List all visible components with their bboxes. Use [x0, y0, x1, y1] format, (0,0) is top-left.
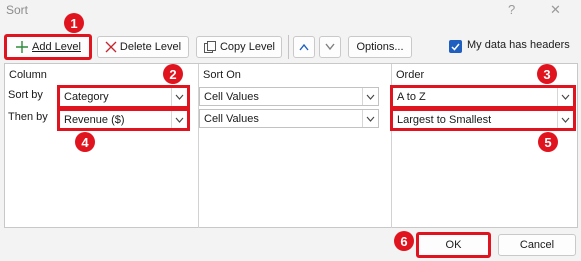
- sort-by-column-value: Category: [64, 91, 109, 103]
- ok-label: OK: [445, 239, 462, 251]
- sort-by-label: Sort by: [8, 89, 43, 101]
- chevron-up-icon: [299, 43, 309, 51]
- sort-by-sort-on-select[interactable]: Cell Values: [199, 87, 379, 106]
- add-level-button[interactable]: Add Level: [4, 34, 92, 60]
- sort-by-order-select[interactable]: A to Z: [390, 85, 576, 109]
- copy-icon: [203, 41, 216, 53]
- move-up-button[interactable]: [293, 36, 315, 58]
- dialog-title: Sort: [6, 3, 29, 17]
- delete-x-icon: [105, 41, 117, 53]
- then-by-sort-on-value: Cell Values: [204, 112, 259, 125]
- then-by-order-value: Largest to Smallest: [397, 113, 492, 126]
- callout-badge-3: 3: [537, 64, 557, 84]
- callout-badge-1: 1: [64, 13, 84, 33]
- callout-badge-5: 5: [538, 132, 558, 152]
- plus-icon: [16, 41, 29, 53]
- copy-level-button[interactable]: Copy Level: [196, 36, 282, 58]
- headers-checkbox[interactable]: [449, 40, 462, 53]
- help-icon[interactable]: ?: [508, 2, 515, 17]
- chevron-down-icon[interactable]: [362, 110, 378, 127]
- column-header: Column: [9, 69, 47, 81]
- copy-level-label: Copy Level: [219, 41, 276, 53]
- options-label: Options...: [356, 41, 404, 53]
- move-down-button[interactable]: [319, 36, 341, 58]
- add-level-label: Add Level: [32, 41, 81, 53]
- chevron-down-icon[interactable]: [557, 88, 573, 106]
- delete-level-button[interactable]: Delete Level: [97, 36, 189, 58]
- options-button[interactable]: Options...: [348, 36, 412, 58]
- chevron-down-icon[interactable]: [171, 88, 187, 106]
- then-by-column-value: Revenue ($): [64, 113, 125, 126]
- checkmark-icon: [451, 43, 460, 51]
- sort-by-sort-on-value: Cell Values: [204, 90, 259, 103]
- sort-on-header: Sort On: [203, 69, 241, 81]
- chevron-down-icon[interactable]: [171, 111, 187, 128]
- then-by-order-select[interactable]: Largest to Smallest: [390, 108, 576, 131]
- sort-by-column-select[interactable]: Category: [57, 85, 190, 109]
- close-icon[interactable]: ✕: [550, 2, 561, 18]
- cancel-button[interactable]: Cancel: [498, 234, 576, 256]
- callout-badge-2: 2: [163, 64, 183, 84]
- callout-badge-4: 4: [75, 132, 95, 152]
- headers-checkbox-label: My data has headers: [467, 39, 570, 51]
- chevron-down-icon[interactable]: [557, 111, 573, 128]
- then-by-column-select[interactable]: Revenue ($): [57, 108, 190, 131]
- then-by-sort-on-select[interactable]: Cell Values: [199, 109, 379, 128]
- toolbar-divider: [288, 35, 289, 59]
- callout-badge-6: 6: [394, 231, 414, 251]
- delete-level-label: Delete Level: [119, 41, 182, 53]
- order-header: Order: [396, 69, 425, 81]
- chevron-down-icon[interactable]: [362, 88, 378, 105]
- then-by-label: Then by: [8, 111, 48, 123]
- ok-button[interactable]: OK: [416, 232, 491, 258]
- chevron-down-icon: [325, 43, 335, 51]
- sort-by-order-value: A to Z: [397, 91, 426, 103]
- cancel-label: Cancel: [519, 239, 555, 251]
